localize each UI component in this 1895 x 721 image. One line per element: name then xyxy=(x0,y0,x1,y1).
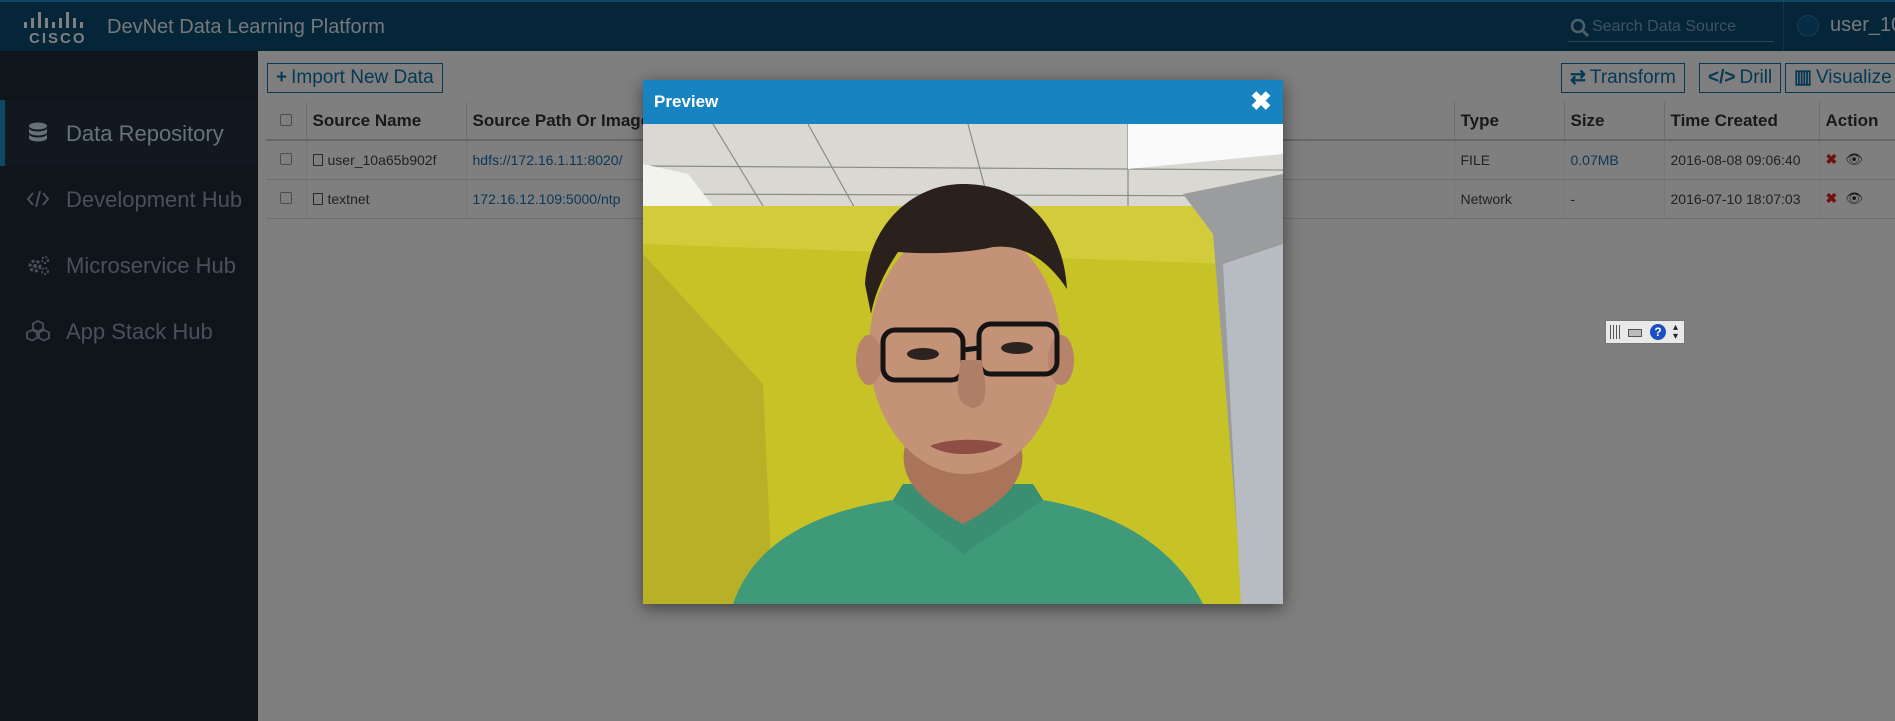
up-down-arrows-icon[interactable]: ▴ ▾ xyxy=(1673,323,1678,342)
modal-header: Preview ✖ xyxy=(643,80,1283,124)
modal-title: Preview xyxy=(654,92,719,111)
help-icon[interactable]: ? xyxy=(1650,324,1666,340)
keyboard-icon[interactable] xyxy=(1628,329,1642,337)
preview-modal: Preview ✖ xyxy=(643,80,1283,604)
preview-image xyxy=(643,124,1283,604)
close-icon[interactable]: ✖ xyxy=(1247,86,1275,116)
app-window: CISCO DevNet Data Learning Platform user… xyxy=(0,0,1895,721)
floating-toolbar-widget[interactable]: ? ▴ ▾ xyxy=(1605,320,1685,344)
drag-handle[interactable] xyxy=(1610,325,1622,339)
